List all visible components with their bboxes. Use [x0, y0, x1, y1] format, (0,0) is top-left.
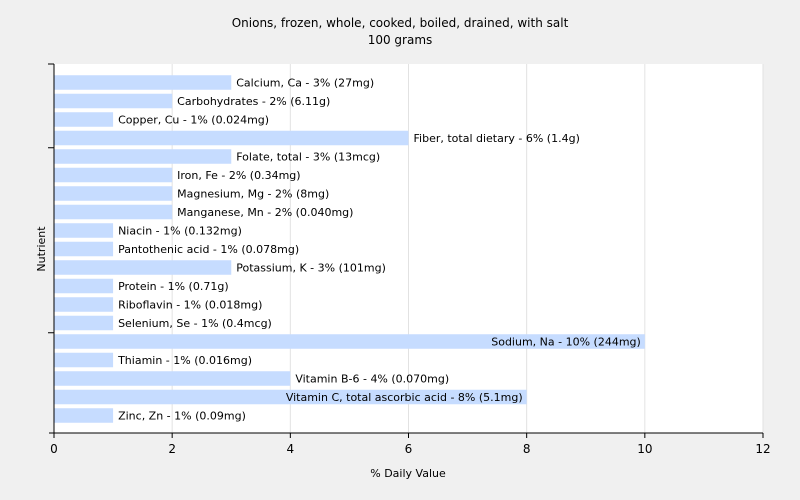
bar [54, 112, 114, 127]
bar [54, 371, 291, 386]
bar-label: Zinc, Zn - 1% (0.09mg) [118, 410, 246, 423]
bar [54, 260, 232, 275]
x-tick-label: 10 [637, 442, 652, 456]
x-tick-label: 12 [755, 442, 770, 456]
bar [54, 408, 114, 423]
bar-label: Niacin - 1% (0.132mg) [118, 225, 242, 238]
x-axis-title: % Daily Value [370, 467, 446, 480]
bar-label: Iron, Fe - 2% (0.34mg) [177, 169, 300, 182]
x-tick-label: 2 [168, 442, 176, 456]
y-axis-title: Nutrient [35, 226, 48, 272]
bar [54, 204, 173, 220]
bar [54, 352, 114, 368]
chart-subtitle: 100 grams [368, 33, 433, 47]
bar-label: Manganese, Mn - 2% (0.040mg) [177, 206, 353, 219]
x-tick-label: 6 [405, 442, 413, 456]
bar [54, 149, 232, 164]
x-tick-label: 8 [523, 442, 531, 456]
bar [54, 93, 173, 109]
bar [54, 241, 114, 257]
bar [54, 315, 114, 331]
bar-label: Selenium, Se - 1% (0.4mcg) [118, 317, 272, 330]
bar-label: Folate, total - 3% (13mcg) [236, 151, 380, 164]
bar [54, 167, 173, 183]
bar-label: Sodium, Na - 10% (244mg) [491, 336, 641, 349]
bar-label: Carbohydrates - 2% (6.11g) [177, 95, 330, 108]
bar [54, 278, 114, 294]
x-tick-label: 4 [287, 442, 295, 456]
bar-label: Vitamin B-6 - 4% (0.070mg) [295, 373, 449, 386]
bar-label: Fiber, total dietary - 6% (1.4g) [414, 132, 580, 145]
bar-label: Pantothenic acid - 1% (0.078mg) [118, 243, 299, 256]
bar-chart: Onions, frozen, whole, cooked, boiled, d… [35, 16, 771, 480]
bar [54, 130, 409, 146]
bar [54, 297, 114, 312]
bar [54, 186, 173, 201]
bar-label: Riboflavin - 1% (0.018mg) [118, 299, 262, 312]
bar-label: Potassium, K - 3% (101mg) [236, 262, 386, 275]
bar-label: Magnesium, Mg - 2% (8mg) [177, 188, 329, 201]
bar-label: Vitamin C, total ascorbic acid - 8% (5.1… [286, 391, 523, 404]
chart-title: Onions, frozen, whole, cooked, boiled, d… [232, 16, 569, 30]
bar-label: Thiamin - 1% (0.016mg) [117, 354, 252, 367]
bar-label: Copper, Cu - 1% (0.024mg) [118, 114, 269, 127]
bar [54, 223, 114, 238]
x-tick-label: 0 [50, 442, 58, 456]
bar-label: Calcium, Ca - 3% (27mg) [236, 77, 374, 90]
bar-label: Protein - 1% (0.71g) [118, 280, 229, 293]
x-ticks: 0 2 4 6 8 10 12 [50, 433, 771, 456]
bar [54, 75, 232, 90]
